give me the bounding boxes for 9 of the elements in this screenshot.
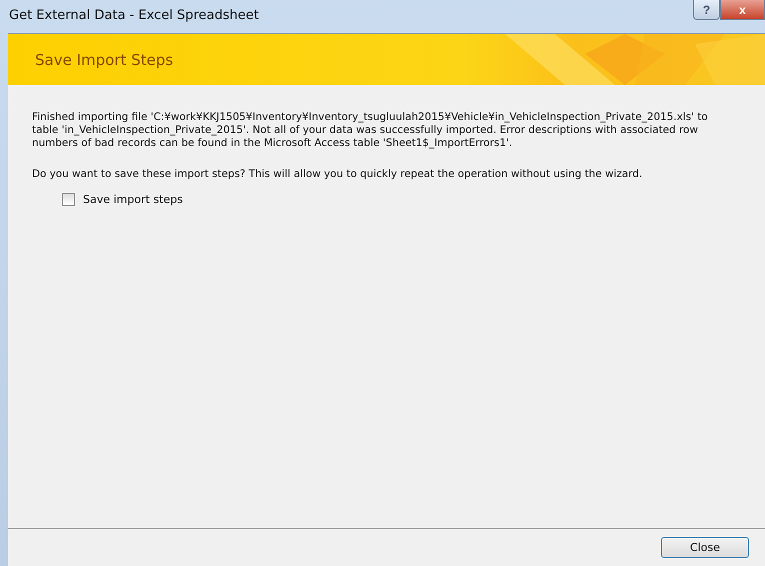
save-question: Do you want to save these import steps? This will allow you to quickly repeat the operation without using the wizard. — [32, 168, 644, 181]
close-button[interactable]: x — [720, 0, 765, 20]
help-button[interactable]: ? — [693, 0, 720, 20]
checkbox-label[interactable]: Save import steps — [83, 193, 183, 206]
close-button[interactable]: Close — [661, 537, 749, 558]
import-message: Finished importing file 'C:¥work¥KKJ1505¥Inventory¥Inventory_tsugluulah2015¥Vehicle¥in_VehicleInspection_Private_2015.xls' to table 'in_VehicleInspection_Private_2015'. Not all of your data was successfully imported. Error descriptions with associated row numbers of bad records can be found in the Microsoft Access table 'Sheet1$_ImportErrors1'. — [32, 111, 709, 150]
banner-title: Save Import Steps — [35, 50, 174, 68]
save-checkbox[interactable] — [62, 193, 75, 206]
window-title: Get External Data - Excel Spreadsheet — [9, 8, 259, 23]
